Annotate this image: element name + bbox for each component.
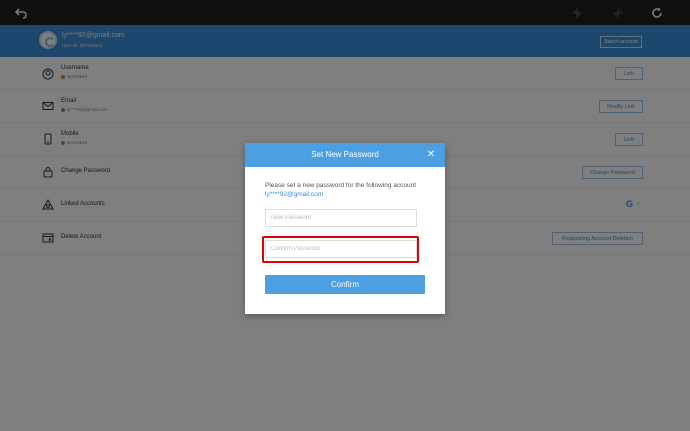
dialog-description: Please set a new password for the follow… bbox=[265, 182, 417, 189]
set-password-dialog: Set New Password ✕ Please set a new pass… bbox=[245, 143, 445, 314]
dialog-email: ly****92@gmail.com bbox=[265, 191, 324, 198]
close-icon[interactable]: ✕ bbox=[425, 149, 437, 161]
dialog-title: Set New Password bbox=[311, 150, 379, 159]
dialog-header: Set New Password ✕ bbox=[245, 143, 445, 167]
highlight-box bbox=[262, 236, 419, 263]
new-password-field[interactable] bbox=[265, 209, 417, 227]
confirm-button[interactable]: Confirm bbox=[265, 275, 425, 294]
